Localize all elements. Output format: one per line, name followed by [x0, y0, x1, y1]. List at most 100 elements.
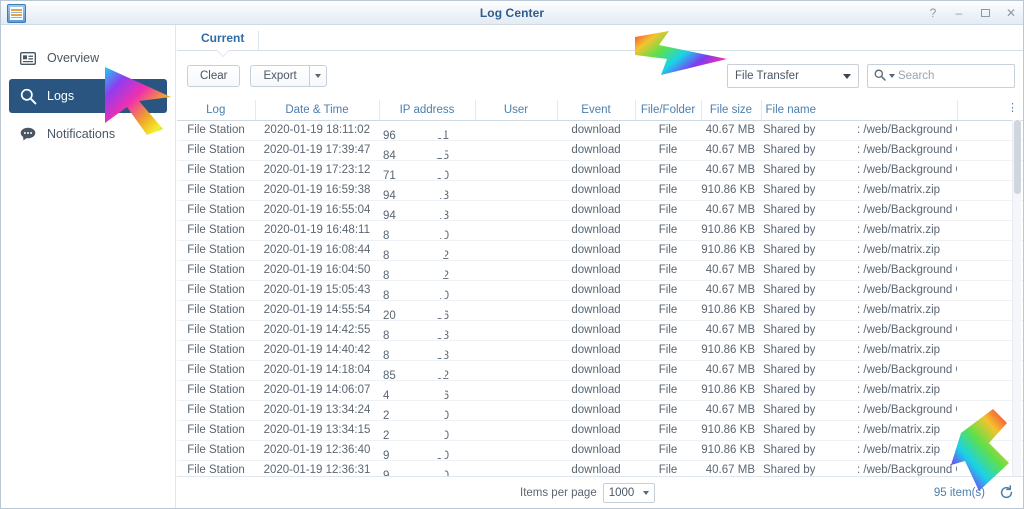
sidebar-item-notifications[interactable]: Notifications [9, 117, 167, 151]
cell-log: File Station [177, 280, 255, 301]
cell-datetime: 2020-01-19 16:59:38 [255, 180, 379, 201]
table-row[interactable]: File Station2020-01-19 12:36:40950 downlo… [177, 440, 1023, 461]
cell-user [475, 380, 557, 401]
cell-datetime: 2020-01-19 15:05:43 [255, 280, 379, 301]
table-row[interactable]: File Station2020-01-19 14:55:542036 downl… [177, 300, 1023, 321]
table-row[interactable]: File Station 2020-01-19 13:34:15 2 0 downloa… [177, 420, 1023, 441]
cell-file-name: Shared by: /web/matrix.zip [761, 420, 957, 441]
cell-file-folder: File [635, 180, 701, 201]
cell-file-name: Shared by: /web/matrix.zip [761, 180, 957, 201]
cell-file-folder: File [635, 280, 701, 301]
table-row[interactable]: File Station2020-01-19 14:18:048502 downl… [177, 360, 1023, 381]
cell-log: File Station [177, 260, 255, 281]
log-table-container: Log Date & Time IP address User Event Fi… [177, 100, 1023, 476]
cell-log: File Station [177, 120, 255, 141]
export-button[interactable]: Export [250, 65, 309, 87]
cell-file-folder: File [635, 320, 701, 341]
refresh-button[interactable] [995, 482, 1017, 504]
cell-event: download [557, 260, 635, 281]
cell-log: File Station [177, 460, 255, 476]
export-dropdown-button[interactable] [308, 65, 327, 87]
cell-file-size: 910.86 KB [701, 340, 761, 361]
sidebar-item-label-logs: Logs [47, 89, 75, 103]
cell-ip-address: 82 [379, 260, 475, 281]
table-row[interactable]: File Station2020-01-19 17:23:127150 downl… [177, 160, 1023, 181]
help-button[interactable]: ? [927, 7, 939, 19]
table-row[interactable]: File Station2020-01-19 14:42:55838 downlo… [177, 320, 1023, 341]
log-type-filter-select[interactable]: File Transfer [727, 64, 859, 88]
search-scope-chevron-down-icon[interactable] [889, 74, 895, 78]
cell-event: download [557, 300, 635, 321]
cell-ip-address: 838 [379, 320, 475, 341]
items-per-page-select[interactable]: 1000 [602, 482, 655, 503]
table-row[interactable]: File Station 2020-01-19 13:34:24 2 0 downloa… [177, 400, 1023, 421]
cell-user [475, 240, 557, 261]
cell-ip-address: 7150 [379, 160, 475, 181]
cell-event: download [557, 400, 635, 421]
cell-file-folder: File [635, 200, 701, 221]
cell-file-folder: File [635, 360, 701, 381]
status-bar: Items per page 1000 95 item(s) [177, 476, 1023, 508]
table-scrollbar-thumb[interactable] [1014, 120, 1021, 194]
cell-file-size: 910.86 KB [701, 300, 761, 321]
tab-current[interactable]: Current [187, 31, 260, 50]
cell-file-size: 40.67 MB [701, 200, 761, 221]
cell-datetime: 2020-01-19 14:42:55 [255, 320, 379, 341]
maximize-button[interactable] [979, 7, 991, 19]
cell-file-size: 40.67 MB [701, 320, 761, 341]
log-table: Log Date & Time IP address User Event Fi… [177, 100, 1023, 476]
table-row[interactable]: File Station 2020-01-19 14:06:07 4 6 downloa… [177, 380, 1023, 401]
column-header-event[interactable]: Event [557, 100, 636, 121]
cell-datetime: 2020-01-19 12:36:40 [255, 440, 379, 461]
table-row[interactable]: File Station 2020-01-19 16:04:50 8 2 downloa… [177, 260, 1023, 281]
sidebar-item-label-overview: Overview [47, 51, 100, 65]
cell-file-name: Shared by: /web/Background GIF.zip [761, 200, 957, 221]
table-row[interactable]: File Station2020-01-19 12:36:31950 downlo… [177, 460, 1023, 476]
cell-event: download [557, 200, 635, 221]
cell-file-folder: File [635, 460, 701, 476]
close-button[interactable]: ✕ [1005, 7, 1017, 19]
magnifier-icon [19, 87, 37, 105]
table-row[interactable]: File Station2020-01-19 18:11:029661 downl… [177, 120, 1023, 141]
column-header-datetime[interactable]: Date & Time [255, 100, 380, 121]
cell-event: download [557, 160, 635, 181]
column-header-file-size[interactable]: File size [701, 100, 762, 121]
table-row[interactable]: File Station2020-01-19 15:05:43840 downlo… [177, 280, 1023, 301]
table-row[interactable]: File Station2020-01-19 17:39:478415 downl… [177, 140, 1023, 161]
cell-file-name: Shared by: /web/matrix.zip [761, 220, 957, 241]
cell-file-folder: File [635, 140, 701, 161]
column-header-ip-address[interactable]: IP address [379, 100, 476, 121]
cell-file-size: 40.67 MB [701, 260, 761, 281]
cell-file-size: 40.67 MB [701, 140, 761, 161]
cell-datetime: 2020-01-19 14:06:07 [255, 380, 379, 401]
search-input[interactable]: Search [867, 64, 1015, 88]
table-row[interactable]: File Station2020-01-19 16:48:11840 downlo… [177, 220, 1023, 241]
sidebar-item-logs[interactable]: Logs [9, 79, 167, 113]
minimize-button[interactable]: – [953, 7, 965, 19]
cell-ip-address: 8502 [379, 360, 475, 381]
cell-event: download [557, 180, 635, 201]
clear-button[interactable]: Clear [187, 65, 241, 87]
column-header-file-name[interactable]: File name [761, 100, 958, 121]
cell-datetime: 2020-01-19 12:36:31 [255, 460, 379, 476]
table-scrollbar[interactable] [1012, 120, 1021, 476]
table-row[interactable]: File Station 2020-01-19 16:08:44 8 2 downloa… [177, 240, 1023, 261]
column-header-file-folder[interactable]: File/Folder [635, 100, 702, 121]
table-row[interactable]: File Station2020-01-19 16:55:049443 downl… [177, 200, 1023, 221]
sidebar-item-overview[interactable]: Overview [9, 41, 167, 75]
column-options-icon[interactable]: ⋮ [1007, 103, 1018, 114]
table-row[interactable]: File Station2020-01-19 16:59:389443 downl… [177, 180, 1023, 201]
cell-ip-address: 840 [379, 220, 475, 241]
column-header-log[interactable]: Log [177, 100, 256, 121]
speech-bubble-icon [19, 125, 37, 143]
cell-file-size: 40.67 MB [701, 460, 761, 476]
column-header-user[interactable]: User [475, 100, 558, 121]
table-row[interactable]: File Station2020-01-19 14:40:42838 downlo… [177, 340, 1023, 361]
cell-user [475, 260, 557, 281]
cell-event: download [557, 440, 635, 461]
cell-file-name: Shared by: /web/Background GIF.zip [761, 320, 957, 341]
cell-ip-address: 9661 [379, 120, 475, 141]
cell-file-folder: File [635, 260, 701, 281]
cell-event: download [557, 360, 635, 381]
cell-log: File Station [177, 240, 255, 261]
